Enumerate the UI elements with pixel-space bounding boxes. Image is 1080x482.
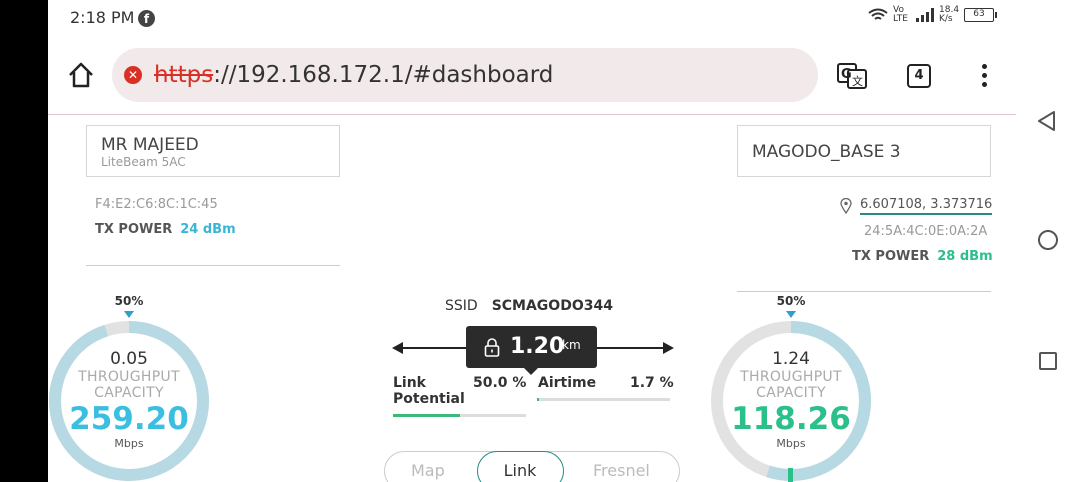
translate-icon[interactable]: G 文 [836, 62, 868, 90]
back-icon[interactable] [1036, 110, 1058, 132]
left-gauge-caption-throughput: THROUGHPUT [78, 369, 180, 385]
toolbar-divider [48, 114, 1016, 115]
home-icon[interactable] [66, 60, 96, 90]
left-gauge-current: 0.05 [110, 349, 148, 369]
volte-label: Vo LTE [893, 5, 908, 24]
left-device-mac: F4:E2:C6:8C:1C:45 [95, 197, 218, 212]
ssid-label: SSID [445, 298, 478, 314]
airtime-fill [537, 398, 540, 401]
left-tx-value: 24 dBm [180, 222, 236, 237]
facebook-notification-icon: f [138, 10, 155, 27]
browser-screen: 2:18 PM f Vo LTE 18.4 K/s 63 ✕ https://1… [48, 0, 1016, 482]
tab-fresnel[interactable]: Fresnel [593, 461, 650, 480]
airtime-bar [537, 398, 670, 401]
tab-switcher-button[interactable]: 4 [907, 64, 931, 88]
link-potential-value: 50.0 % [473, 375, 527, 391]
left-tx-power: TX POWER 24 dBm [95, 222, 236, 237]
home-nav-icon[interactable] [1038, 230, 1058, 250]
airtime-value: 1.7 % [630, 375, 674, 391]
left-gauge-pointer [124, 311, 134, 318]
svg-text:G: G [841, 67, 852, 82]
android-nav-bar [1016, 0, 1080, 482]
tab-link[interactable]: Link [477, 451, 564, 482]
right-gauge-unit: Mbps [776, 437, 806, 450]
status-time: 2:18 PM [70, 8, 135, 27]
right-gauge-caption-throughput: THROUGHPUT [740, 369, 842, 385]
network-speed: 18.4 K/s [939, 5, 960, 24]
not-secure-icon: ✕ [124, 66, 142, 84]
svg-text:文: 文 [852, 74, 863, 88]
ssid-row: SSID SCMAGODO344 [445, 298, 613, 314]
distance-badge: 1.20 km [466, 326, 597, 375]
left-device-card[interactable]: MR MAJEED LiteBeam 5AC [86, 125, 340, 177]
lock-icon [484, 338, 500, 357]
url-path: ://192.168.172.1/#dashboard [213, 62, 554, 88]
right-gauge-current: 1.24 [772, 349, 810, 369]
link-potential-label-line2: Potential [393, 391, 465, 407]
overflow-menu-icon[interactable] [976, 62, 992, 90]
left-divider [86, 265, 340, 266]
right-tx-label: TX POWER [852, 249, 930, 264]
right-device-mac: 24:5A:4C:0E:0A:2A [864, 224, 988, 239]
left-device-name: MR MAJEED [101, 135, 199, 155]
url-text[interactable]: https://192.168.172.1/#dashboard [154, 62, 553, 88]
address-bar[interactable]: ✕ https://192.168.172.1/#dashboard [112, 48, 818, 102]
battery-icon: 63 [964, 8, 997, 22]
right-gauge-readout: 1.24 THROUGHPUT CAPACITY 118.26 Mbps [708, 349, 874, 450]
right-device-card[interactable]: MAGODO_BASE 3 [737, 125, 991, 177]
left-gauge-caption-capacity: CAPACITY [94, 385, 164, 401]
left-tx-label: TX POWER [95, 222, 173, 237]
left-gauge-unit: Mbps [114, 437, 144, 450]
left-gauge-percent: 50% [114, 294, 144, 308]
battery-level: 63 [973, 9, 985, 19]
airtime-label: Airtime [538, 375, 597, 391]
tab-map[interactable]: Map [411, 461, 445, 480]
right-tx-power: TX POWER 28 dBm [852, 249, 993, 264]
left-device-model: LiteBeam 5AC [101, 155, 186, 169]
right-gauge-pointer [786, 311, 796, 318]
recent-apps-icon[interactable] [1039, 352, 1057, 370]
left-gauge-readout: 0.05 THROUGHPUT CAPACITY 259.20 Mbps [48, 349, 212, 450]
right-gauge-capacity: 118.26 [731, 401, 851, 437]
tab-link-label: Link [503, 461, 537, 480]
link-potential-label: Link Potential [393, 375, 465, 407]
link-potential-fill [393, 414, 460, 417]
right-gauge-percent: 50% [776, 294, 806, 308]
left-gauge-capacity: 259.20 [69, 401, 189, 437]
location-pin-icon [840, 198, 852, 214]
right-device-location[interactable]: 6.607108, 3.373716 [860, 197, 992, 212]
wifi-icon [868, 8, 888, 20]
right-device-name: MAGODO_BASE 3 [752, 142, 901, 162]
right-divider [737, 291, 991, 292]
status-indicators: Vo LTE 18.4 K/s 63 [868, 5, 997, 24]
distance-value: 1.20 [510, 334, 565, 359]
distance-unit: km [562, 338, 581, 352]
right-gauge-caption-capacity: CAPACITY [756, 385, 826, 401]
view-tabs: Map Link Fresnel [384, 451, 680, 482]
link-potential-label-line1: Link [393, 375, 426, 391]
right-tx-value: 28 dBm [937, 249, 993, 264]
url-scheme: https [154, 62, 214, 88]
ssid-value: SCMAGODO344 [491, 298, 613, 314]
location-underline [860, 213, 992, 215]
signal-icon [916, 8, 934, 22]
link-potential-bar [393, 414, 526, 417]
